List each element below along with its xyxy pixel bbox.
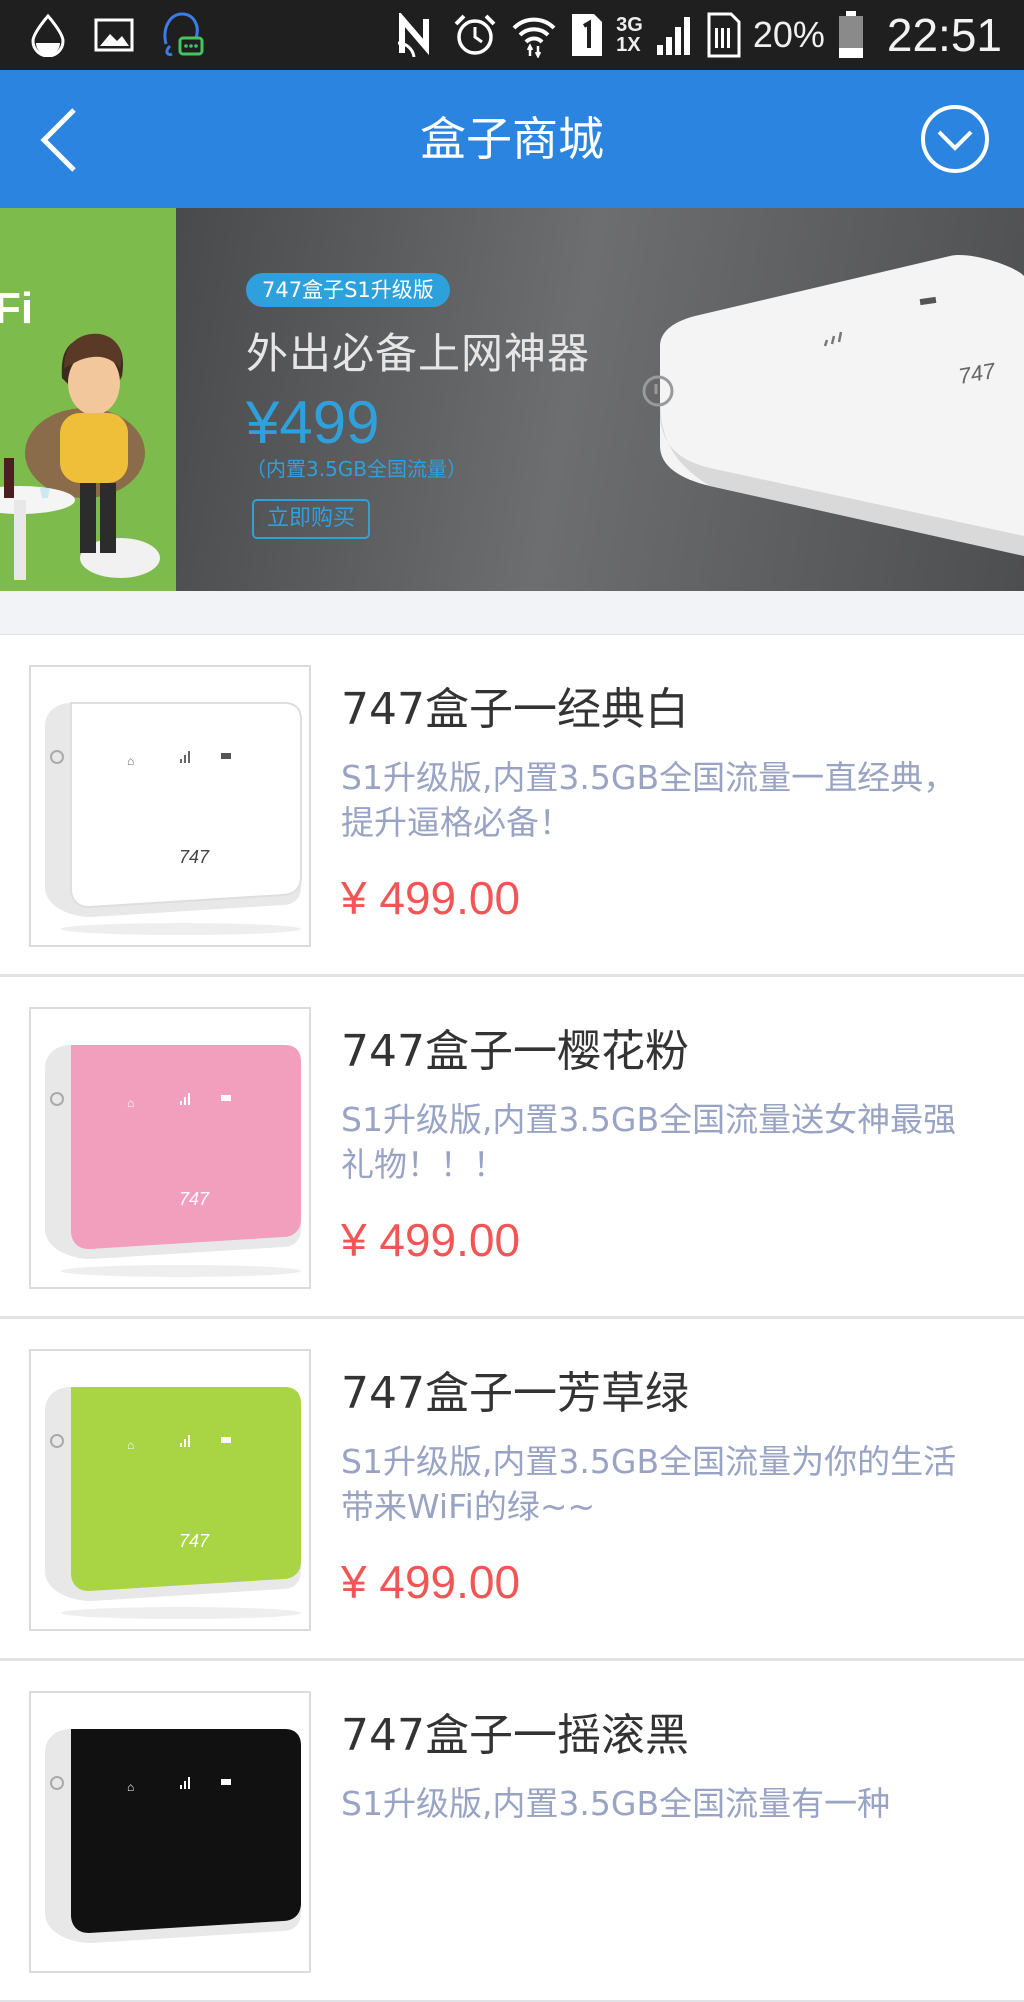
banner-price: ¥499 — [246, 389, 380, 456]
sim-storage-icon — [707, 12, 741, 58]
cartoon-man-illustration — [0, 333, 160, 580]
product-thumbnail: ⌂ 747 — [29, 1349, 311, 1631]
product-name: 747盒子一摇滚黑 — [341, 1710, 689, 1761]
svg-text:⌂: ⌂ — [127, 1780, 134, 1794]
network-type: 3G 1X — [616, 15, 643, 55]
product-price: ¥ 499.00 — [341, 1214, 521, 1266]
svg-text:747: 747 — [179, 847, 210, 867]
previous-slide-edge: Fi — [0, 208, 176, 591]
banner-tag: 747盒子S1升级版 — [246, 273, 450, 307]
alarm-icon — [452, 12, 498, 58]
nfc-icon — [396, 13, 440, 57]
svg-text:⌂: ⌂ — [127, 1438, 134, 1452]
product-thumbnail: ⌂ 747 — [29, 665, 311, 947]
green-router-image: ⌂ 747 — [45, 1387, 301, 1619]
page-title: 盒子商城 — [420, 112, 604, 166]
banner-note: （内置3.5GB全国流量） — [246, 457, 468, 481]
network-type-bottom: 1X — [616, 34, 641, 56]
chevron-circle-icon — [921, 105, 989, 173]
product-item[interactable]: ⌂ 747 747盒子一樱花粉 S1升级版,内置3.5GB全国流量送女神最强礼物… — [0, 976, 1024, 1318]
product-thumbnail: ⌂ 747 — [29, 1007, 311, 1289]
product-description: S1升级版,内置3.5GB全国流量有一种 — [341, 1784, 891, 1823]
buy-now-button[interactable]: 立即购买 — [252, 499, 370, 539]
product-price: ¥ 499.00 — [341, 872, 521, 924]
white-router-image: ⌂ 747 — [45, 702, 302, 935]
header-bar: 盒子商城 — [0, 70, 1024, 208]
svg-text:⌂: ⌂ — [127, 1096, 134, 1110]
water-drop-icon — [28, 13, 68, 57]
svg-text:747: 747 — [179, 1531, 210, 1551]
pink-router-image: ⌂ 747 — [45, 1045, 301, 1277]
product-description: S1升级版,内置3.5GB全国流量为你的生活带来WiFi的绿~~ — [341, 1442, 957, 1526]
clock: 22:51 — [886, 9, 1002, 61]
battery-icon — [837, 10, 865, 60]
product-item[interactable]: ⌂ 747盒子一摇滚黑 S1升级版,内置3.5GB全国流量有一种 — [0, 1660, 1024, 2002]
svg-text:⌂: ⌂ — [127, 754, 134, 768]
promo-banner[interactable]: Fi 747盒子S1升级版 外出必备上网神器 ¥499 （内置3.5GB全国流量… — [0, 208, 1024, 591]
network-type-top: 3G — [616, 14, 643, 36]
black-router-image: ⌂ — [45, 1729, 301, 1943]
product-description: S1升级版,内置3.5GB全国流量一直经典，提升逼格必备！ — [341, 758, 957, 842]
product-description: S1升级版,内置3.5GB全国流量送女神最强礼物！！！ — [341, 1100, 957, 1184]
product-name: 747盒子一芳草绿 — [341, 1368, 689, 1419]
product-item[interactable]: ⌂ 747 747盒子一经典白 S1升级版,内置3.5GB全国流量一直经典，提升… — [0, 634, 1024, 976]
product-item[interactable]: ⌂ 747 747盒子一芳草绿 S1升级版,内置3.5GB全国流量为你的生活带来… — [0, 1318, 1024, 1660]
product-list: ⌂ 747 747盒子一经典白 S1升级版,内置3.5GB全国流量一直经典，提升… — [0, 634, 1024, 2002]
signal-icon — [655, 13, 695, 57]
status-bar: 3G 1X 20% 22:51 — [0, 0, 1024, 70]
product-name: 747盒子一樱花粉 — [341, 1026, 689, 1077]
sim1-icon — [570, 12, 604, 58]
wifi-icon — [510, 12, 558, 58]
product-price: ¥ 499.00 — [341, 1556, 521, 1608]
battery-percent: 20% — [752, 14, 825, 55]
banner-headline: 外出必备上网神器 — [246, 329, 591, 378]
router-device-image: 747 — [642, 255, 1024, 556]
product-name: 747盒子一经典白 — [341, 684, 689, 735]
image-icon — [94, 17, 134, 53]
dropdown-menu-button[interactable] — [920, 104, 990, 174]
product-thumbnail: ⌂ — [29, 1691, 311, 1973]
chat-robot-icon — [160, 10, 204, 60]
svg-text:747: 747 — [179, 1189, 210, 1209]
